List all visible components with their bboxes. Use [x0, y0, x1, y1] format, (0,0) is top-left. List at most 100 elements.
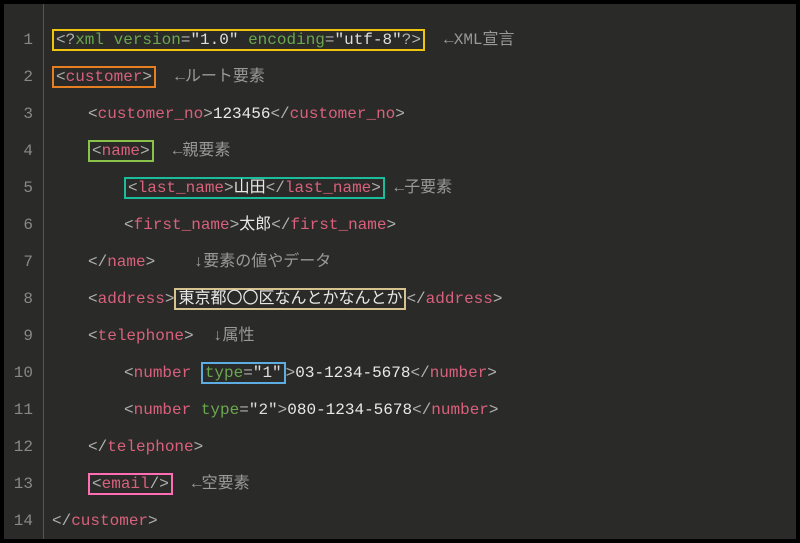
code-editor: 1 2 3 4 5 6 7 8 9 10 11 12 13 14 <?xml v… — [0, 0, 800, 543]
annotation-root: ←ルート要素 — [175, 68, 265, 86]
parent-element-box: <name> — [88, 140, 154, 162]
line-number: 6 — [4, 207, 33, 244]
punct: < — [128, 179, 138, 197]
punct: > — [142, 68, 152, 86]
root-element-box: <customer> — [52, 66, 156, 88]
code-line: </customer> — [52, 503, 515, 540]
line-number: 12 — [4, 429, 33, 466]
punct: < — [124, 401, 134, 419]
space — [191, 401, 201, 419]
code-line: <address>東京都〇〇区なんとかなんとか</address> — [52, 281, 515, 318]
tag-name: number — [430, 364, 488, 382]
punct: > — [395, 105, 405, 123]
punct: > — [371, 179, 381, 197]
punct: < — [56, 68, 66, 86]
line-number: 2 — [4, 59, 33, 96]
tag-name: number — [134, 401, 192, 419]
line-number: 14 — [4, 503, 33, 540]
tag-name: name — [107, 253, 145, 271]
attr-key: type — [205, 364, 243, 382]
punct: = — [239, 401, 249, 419]
empty-element-box: <email/> — [88, 473, 173, 495]
tag-name: customer — [66, 68, 143, 86]
punct: </ — [410, 364, 429, 382]
punct: > — [194, 438, 204, 456]
code-line: <last_name>山田</last_name> ←子要素 — [52, 170, 515, 207]
punct: </ — [412, 401, 431, 419]
punct: /> — [150, 475, 169, 493]
punct: > — [184, 327, 194, 345]
punct: = — [181, 31, 191, 49]
punct: < — [124, 216, 134, 234]
punct: > — [148, 512, 158, 530]
punct: > — [487, 364, 497, 382]
code-line: <number type="1">03-1234-5678</number> — [52, 355, 515, 392]
code-body: <?xml version="1.0" encoding="utf-8"?> ←… — [52, 4, 515, 539]
xml-keyword: xml — [75, 31, 104, 49]
code-line: <?xml version="1.0" encoding="utf-8"?> ←… — [52, 22, 515, 59]
code-line: </telephone> — [52, 429, 515, 466]
tag-name: email — [102, 475, 150, 493]
text-node: 03-1234-5678 — [295, 364, 410, 382]
line-number-gutter: 1 2 3 4 5 6 7 8 9 10 11 12 13 14 — [4, 4, 44, 539]
punct: = — [243, 364, 253, 382]
line-number: 11 — [4, 392, 33, 429]
punct: > — [278, 401, 288, 419]
text-node: 123456 — [213, 105, 271, 123]
text-node: 080-1234-5678 — [287, 401, 412, 419]
tag-name: telephone — [107, 438, 193, 456]
punct: ?> — [402, 31, 421, 49]
punct: < — [124, 364, 134, 382]
punct: < — [92, 475, 102, 493]
attr-val: "1" — [253, 364, 282, 382]
punct: > — [203, 105, 213, 123]
punct: = — [325, 31, 335, 49]
line-number: 7 — [4, 244, 33, 281]
code-line: <telephone> ↓属性 — [52, 318, 515, 355]
line-number: 10 — [4, 355, 33, 392]
space — [104, 31, 114, 49]
line-number: 1 — [4, 22, 33, 59]
punct: < — [88, 290, 98, 308]
line-number: 8 — [4, 281, 33, 318]
punct: > — [386, 216, 396, 234]
attr-val: "1.0" — [190, 31, 238, 49]
tag-name: address — [98, 290, 165, 308]
line-number: 13 — [4, 466, 33, 503]
line-number: 5 — [4, 170, 33, 207]
code-line: <first_name>太郎</first_name> — [52, 207, 515, 244]
text-node: 山田 — [234, 179, 266, 197]
annotation-value: ↓要素の値やデータ — [194, 253, 332, 271]
space — [238, 31, 248, 49]
tag-name: number — [134, 364, 192, 382]
punct: </ — [52, 512, 71, 530]
punct: < — [88, 327, 98, 345]
punct: > — [489, 401, 499, 419]
code-line: </name> ↓要素の値やデータ — [52, 244, 515, 281]
tag-name: first_name — [134, 216, 230, 234]
code-line: <customer_no>123456</customer_no> — [52, 96, 515, 133]
annotation-child: ←子要素 — [395, 179, 453, 197]
annotation-empty: ←空要素 — [192, 475, 250, 493]
punct: < — [92, 142, 102, 160]
punct: > — [165, 290, 175, 308]
punct: > — [230, 216, 240, 234]
punct: > — [146, 253, 156, 271]
annotation-xml-decl: ←XML宣言 — [444, 31, 514, 49]
tag-name: last_name — [138, 179, 224, 197]
code-line: <customer> ←ルート要素 — [52, 59, 515, 96]
annotation-parent: ←親要素 — [173, 142, 231, 160]
punct: <? — [56, 31, 75, 49]
tag-name: name — [102, 142, 140, 160]
tag-name: address — [426, 290, 493, 308]
punct: > — [493, 290, 503, 308]
code-line: <name> ←親要素 — [52, 133, 515, 170]
punct: </ — [270, 105, 289, 123]
value-box: 東京都〇〇区なんとかなんとか — [174, 288, 406, 310]
attr-key: version — [114, 31, 181, 49]
text-node: 太郎 — [239, 216, 271, 234]
xml-declaration-box: <?xml version="1.0" encoding="utf-8"?> — [52, 29, 425, 51]
tag-name: telephone — [98, 327, 184, 345]
punct: < — [88, 105, 98, 123]
line-number: 4 — [4, 133, 33, 170]
